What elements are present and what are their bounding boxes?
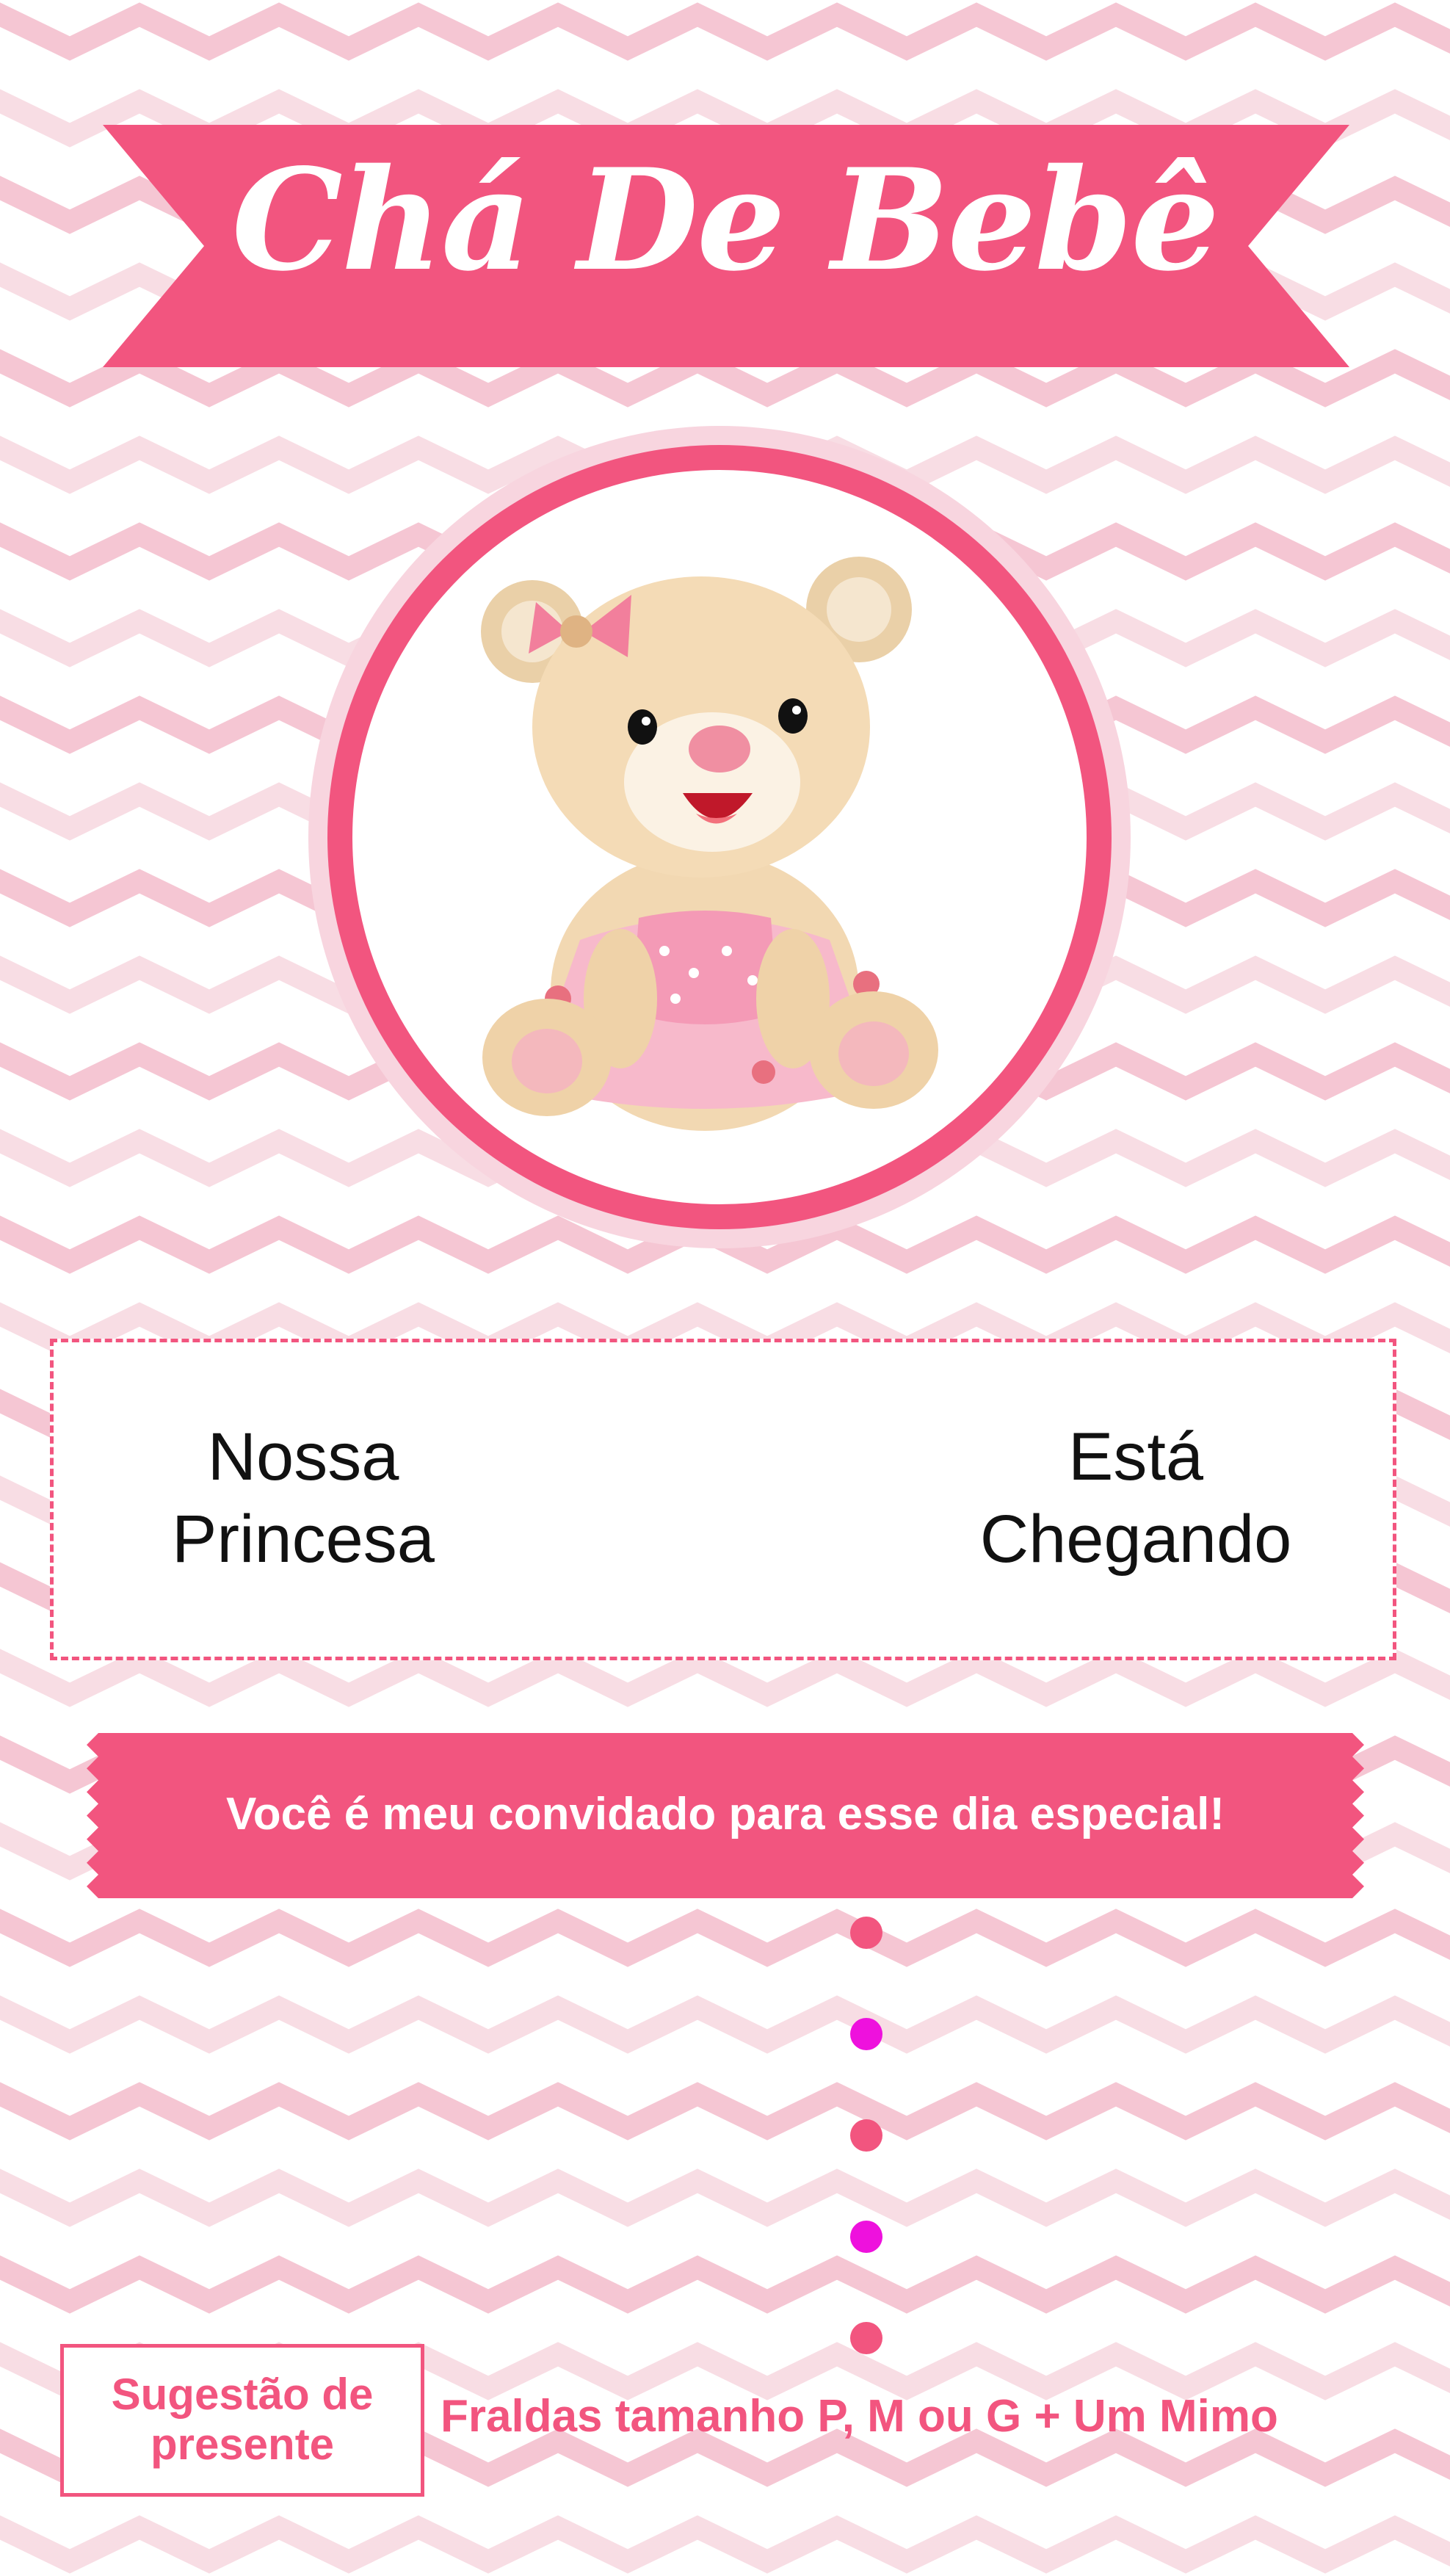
gift-label-line-2: presente [150, 2420, 335, 2469]
page-title: Chá De Bebê [231, 138, 1220, 302]
teddy-bear-girl-icon [308, 426, 1131, 1248]
message-right-line-2: Chegando [979, 1502, 1292, 1577]
decorative-dot [850, 2018, 882, 2050]
chevron-stripe [0, 1909, 1450, 1967]
decorative-dot [850, 2221, 882, 2253]
decorative-dot [850, 2322, 882, 2354]
gift-label-line-1: Sugestão de [111, 2370, 374, 2419]
decorative-dot [850, 1917, 882, 1949]
chevron-stripe [0, 2168, 1450, 2227]
message-right-line-1: Está [1067, 1419, 1204, 1494]
decorative-dot [850, 2119, 882, 2152]
chevron-stripe [0, 2255, 1450, 2314]
invitation-text: Você é meu convidado para esse dia espec… [225, 1789, 1225, 1839]
chevron-stripe [0, 2515, 1450, 2574]
message-panel: Nossa Princesa Está Chegando [50, 1339, 1396, 1660]
chevron-stripe [0, 1649, 1450, 1707]
message-left-line-1: Nossa [207, 1419, 399, 1494]
message-left: Nossa Princesa [105, 1416, 501, 1580]
gift-label-box: Sugestão de presente [60, 2344, 424, 2497]
chevron-stripe [0, 1995, 1450, 2054]
message-left-line-2: Princesa [172, 1502, 435, 1577]
gift-suggestion: Fraldas tamanho P, M ou G + Um Mimo [441, 2391, 1278, 2442]
chevron-stripe [0, 2082, 1450, 2141]
message-right: Está Chegando [930, 1416, 1341, 1580]
invitation-card: Chá De Bebê Nossa Princesa Está Chegando… [0, 0, 1450, 2576]
